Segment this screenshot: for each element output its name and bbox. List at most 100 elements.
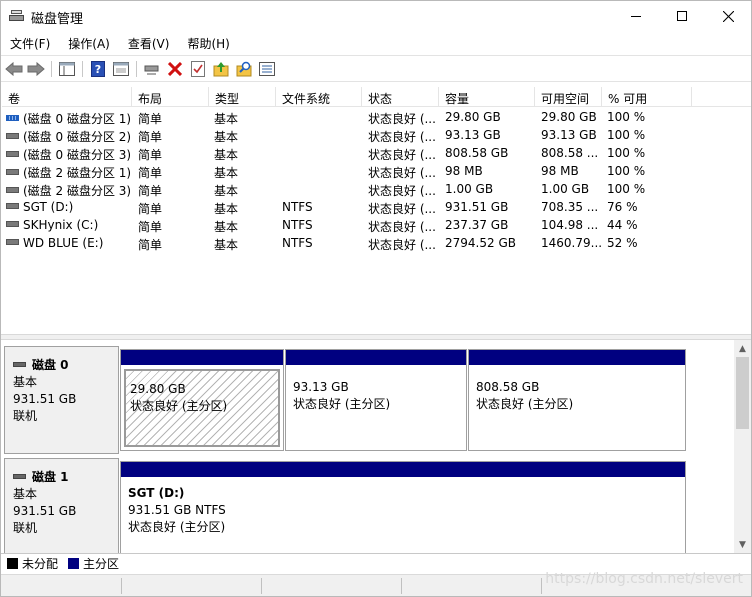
volume-icon — [6, 203, 19, 209]
menu-help[interactable]: 帮助(H) — [178, 32, 238, 54]
cell-layout: 简单 — [138, 148, 163, 162]
partition-body: 29.80 GB 状态良好 (主分区) — [124, 369, 280, 447]
cell-capacity: 237.37 GB — [445, 218, 509, 232]
up-folder-button[interactable] — [211, 59, 231, 79]
disk-0-partition-2[interactable]: 93.13 GB 状态良好 (主分区) — [285, 349, 467, 451]
disk-0-label[interactable]: 磁盘 0 基本 931.51 GB 联机 — [4, 346, 119, 454]
cell-capacity: 931.51 GB — [445, 200, 509, 214]
column-layout[interactable]: 布局 — [132, 87, 209, 107]
minimize-icon — [631, 15, 641, 17]
svg-text:?: ? — [95, 63, 101, 76]
cell-status: 状态良好 (... — [368, 184, 436, 198]
volume-row[interactable]: (磁盘 2 磁盘分区 3) 简单 基本 状态良好 (... 1.00 GB 1.00 GB… — [2, 180, 751, 198]
legend-swatch — [7, 558, 18, 569]
column-percent-free[interactable]: % 可用 — [602, 87, 692, 107]
cell-capacity: 2794.52 GB — [445, 236, 516, 250]
check-button[interactable] — [188, 59, 208, 79]
volume-icon — [6, 221, 19, 227]
cell-free: 98 MB — [541, 164, 579, 178]
column-type[interactable]: 类型 — [209, 87, 276, 107]
toolbar-separator — [51, 61, 52, 77]
legend-swatch — [68, 558, 80, 569]
cell-capacity: 98 MB — [445, 164, 483, 178]
volume-icon — [6, 239, 19, 245]
menu-file[interactable]: 文件(F) — [1, 32, 59, 54]
graphical-view-scrollbar[interactable]: ▲ ▼ — [734, 340, 751, 553]
partition-size: 931.51 GB NTFS — [128, 503, 226, 517]
toolbar: ? — [1, 55, 751, 82]
volume-icon — [6, 133, 19, 139]
cell-pct: 100 % — [607, 110, 646, 124]
cell-type: 基本 — [214, 220, 239, 234]
volume-row[interactable]: WD BLUE (E:) 简单 基本 NTFS 状态良好 (... 2794.52 GB 1… — [2, 234, 751, 252]
scroll-thumb[interactable] — [736, 357, 749, 429]
search-button[interactable] — [234, 59, 254, 79]
column-filesystem[interactable]: 文件系统 — [276, 87, 362, 107]
maximize-button[interactable] — [659, 1, 705, 31]
column-volume[interactable]: 卷 — [2, 87, 132, 107]
cell-capacity: 808.58 GB — [445, 146, 509, 160]
volume-row[interactable]: (磁盘 0 磁盘分区 2) 简单 基本 状态良好 (... 93.13 GB 93.13 … — [2, 126, 751, 144]
partition-status: 状态良好 (主分区) — [130, 399, 228, 413]
cell-pct: 76 % — [607, 200, 638, 214]
console-tree-button[interactable] — [57, 59, 77, 79]
search-icon — [236, 61, 252, 77]
disk-1-label[interactable]: 磁盘 1 基本 931.51 GB 联机 — [4, 458, 119, 553]
minimize-button[interactable] — [613, 1, 659, 31]
volume-list: 卷 布局 类型 文件系统 状态 容量 可用空间 % 可用 (磁盘 0 磁盘分区 … — [2, 87, 751, 331]
disk-1-partition-1[interactable]: SGT (D:) 931.51 GB NTFS 状态良好 (主分区) — [120, 461, 686, 553]
disk-state: 联机 — [13, 521, 38, 535]
title-bar: 磁盘管理 — [1, 1, 751, 32]
volume-row[interactable]: (磁盘 0 磁盘分区 3) 简单 基本 状态良好 (... 808.58 GB 808.5… — [2, 144, 751, 162]
volume-row[interactable]: SGT (D:) 简单 基本 NTFS 状态良好 (... 931.51 GB 708.35… — [2, 198, 751, 216]
cell-free: 808.58 ... — [541, 146, 599, 160]
cell-pct: 100 % — [607, 128, 646, 142]
column-status[interactable]: 状态 — [362, 87, 439, 107]
partition-color-bar — [286, 350, 466, 365]
cell-capacity: 29.80 GB — [445, 110, 501, 124]
cell-capacity: 1.00 GB — [445, 182, 494, 196]
disk-0-partition-1[interactable]: 29.80 GB 状态良好 (主分区) — [120, 349, 284, 451]
status-bar-divider — [121, 578, 122, 594]
menu-action[interactable]: 操作(A) — [59, 32, 119, 54]
disk-size: 931.51 GB — [13, 504, 77, 518]
volume-row[interactable]: (磁盘 0 磁盘分区 1) 简单 基本 状态良好 (... 29.80 GB 29.80 … — [2, 108, 751, 126]
partition-body: SGT (D:) 931.51 GB NTFS 状态良好 (主分区) — [124, 481, 682, 553]
partition-color-bar — [469, 350, 685, 365]
view-button[interactable] — [257, 59, 277, 79]
cell-status: 状态良好 (... — [368, 166, 436, 180]
disk-kind: 基本 — [13, 487, 38, 501]
volume-row[interactable]: (磁盘 2 磁盘分区 1) 简单 基本 状态良好 (... 98 MB 98 MB 100 … — [2, 162, 751, 180]
cell-free: 1.00 GB — [541, 182, 590, 196]
disk-name: 磁盘 0 — [32, 358, 69, 372]
properties-button[interactable] — [111, 59, 131, 79]
console-tree-icon — [59, 62, 75, 76]
column-capacity[interactable]: 容量 — [439, 87, 535, 107]
cell-status: 状态良好 (... — [368, 238, 436, 252]
menu-view[interactable]: 查看(V) — [119, 32, 179, 54]
column-free-space[interactable]: 可用空间 — [535, 87, 602, 107]
forward-button[interactable] — [26, 59, 46, 79]
disk-0-partition-3[interactable]: 808.58 GB 状态良好 (主分区) — [468, 349, 686, 451]
cell-type: 基本 — [214, 112, 239, 126]
volume-name: WD BLUE (E:) — [23, 236, 104, 250]
back-button[interactable] — [4, 59, 24, 79]
scroll-up-button[interactable]: ▲ — [734, 340, 751, 357]
partition-status: 状态良好 (主分区) — [128, 520, 226, 534]
cell-volume: (磁盘 2 磁盘分区 1) — [6, 164, 132, 181]
connect-button[interactable] — [142, 59, 162, 79]
cell-status: 状态良好 (... — [368, 112, 436, 126]
legend-primary: 主分区 — [68, 555, 119, 572]
cell-layout: 简单 — [138, 220, 163, 234]
cell-volume: WD BLUE (E:) — [6, 236, 132, 250]
volume-name: SGT (D:) — [23, 200, 74, 214]
disk-size: 931.51 GB — [13, 392, 77, 406]
scroll-down-button[interactable]: ▼ — [734, 536, 751, 553]
cell-layout: 简单 — [138, 112, 163, 126]
cell-status: 状态良好 (... — [368, 220, 436, 234]
delete-button[interactable] — [165, 59, 185, 79]
help-button[interactable]: ? — [88, 59, 108, 79]
partition-size: 93.13 GB — [293, 380, 349, 394]
volume-row[interactable]: SKHynix (C:) 简单 基本 NTFS 状态良好 (... 237.37 GB 10… — [2, 216, 751, 234]
close-button[interactable] — [705, 1, 751, 31]
